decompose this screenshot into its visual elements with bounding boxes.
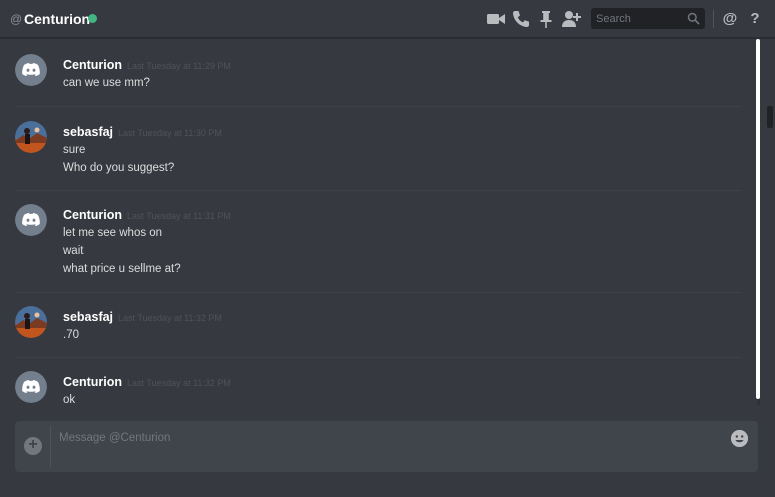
- message-text: can we use mm?: [63, 77, 150, 89]
- message-timestamp: Last Tuesday at 11:32 PM: [118, 313, 222, 323]
- message-divider: [15, 190, 742, 191]
- online-status-indicator: [88, 14, 97, 23]
- message-author[interactable]: sebasfaj Last Tuesday at 11:30 PM: [63, 125, 222, 139]
- message-timestamp: Last Tuesday at 11:29 PM: [127, 61, 231, 71]
- dm-at-symbol: @: [10, 12, 23, 26]
- author-name[interactable]: Centurion: [63, 375, 122, 389]
- message-text: Who do you suggest?: [63, 162, 175, 174]
- message-timestamp: Last Tuesday at 11:30 PM: [118, 128, 222, 138]
- discord-default-avatar[interactable]: [15, 371, 47, 403]
- message-text: .70: [63, 329, 79, 341]
- message-list[interactable]: Centurion Last Tuesday at 11:29 PM can we…: [0, 39, 758, 405]
- scroll-handle[interactable]: [767, 106, 773, 128]
- message-divider: [15, 357, 742, 358]
- message-text: let me see whos on: [63, 227, 163, 239]
- message-author[interactable]: Centurion Last Tuesday at 11:31 PM: [63, 208, 231, 222]
- channel-title[interactable]: Centurion: [24, 11, 90, 27]
- composer-divider: [50, 426, 51, 468]
- message-author[interactable]: Centurion Last Tuesday at 11:29 PM: [63, 58, 231, 72]
- mention-icon[interactable]: @: [720, 9, 740, 29]
- plus-icon: +: [28, 436, 38, 453]
- message-author[interactable]: Centurion Last Tuesday at 11:32 PM: [63, 375, 231, 389]
- header-divider: [713, 10, 714, 28]
- author-name[interactable]: Centurion: [63, 208, 122, 222]
- author-name[interactable]: sebasfaj: [63, 310, 113, 324]
- search-bar[interactable]: [591, 8, 705, 29]
- voice-call-icon[interactable]: [511, 9, 531, 29]
- message-text: sure: [63, 144, 86, 156]
- message-composer: +: [15, 421, 758, 472]
- message-timestamp: Last Tuesday at 11:31 PM: [127, 211, 231, 221]
- sebasfaj-avatar[interactable]: [15, 306, 47, 338]
- author-name[interactable]: sebasfaj: [63, 125, 113, 139]
- upload-button[interactable]: +: [24, 436, 42, 455]
- add-friend-icon[interactable]: [561, 9, 581, 29]
- help-icon[interactable]: ?: [745, 9, 765, 29]
- author-name[interactable]: Centurion: [63, 58, 122, 72]
- scrollbar-thumb[interactable]: [756, 39, 760, 399]
- chat-header: @ Centurion @ ?: [0, 0, 775, 38]
- smiley-icon: [731, 430, 748, 447]
- message-text: ok: [63, 394, 76, 405]
- message-timestamp: Last Tuesday at 11:32 PM: [127, 378, 231, 388]
- pin-icon[interactable]: [536, 9, 556, 29]
- sebasfaj-avatar[interactable]: [15, 121, 47, 153]
- message-text: wait: [63, 245, 84, 257]
- emoji-picker-button[interactable]: [731, 430, 748, 447]
- message-text: what price u sellme at?: [63, 263, 181, 275]
- search-icon[interactable]: [687, 12, 700, 25]
- search-input[interactable]: [591, 8, 683, 29]
- message-divider: [15, 106, 742, 107]
- message-divider: [15, 292, 742, 293]
- message-input[interactable]: [59, 432, 719, 456]
- message-author[interactable]: sebasfaj Last Tuesday at 11:32 PM: [63, 310, 222, 324]
- video-call-icon[interactable]: [486, 9, 506, 29]
- discord-default-avatar[interactable]: [15, 54, 47, 86]
- discord-default-avatar[interactable]: [15, 204, 47, 236]
